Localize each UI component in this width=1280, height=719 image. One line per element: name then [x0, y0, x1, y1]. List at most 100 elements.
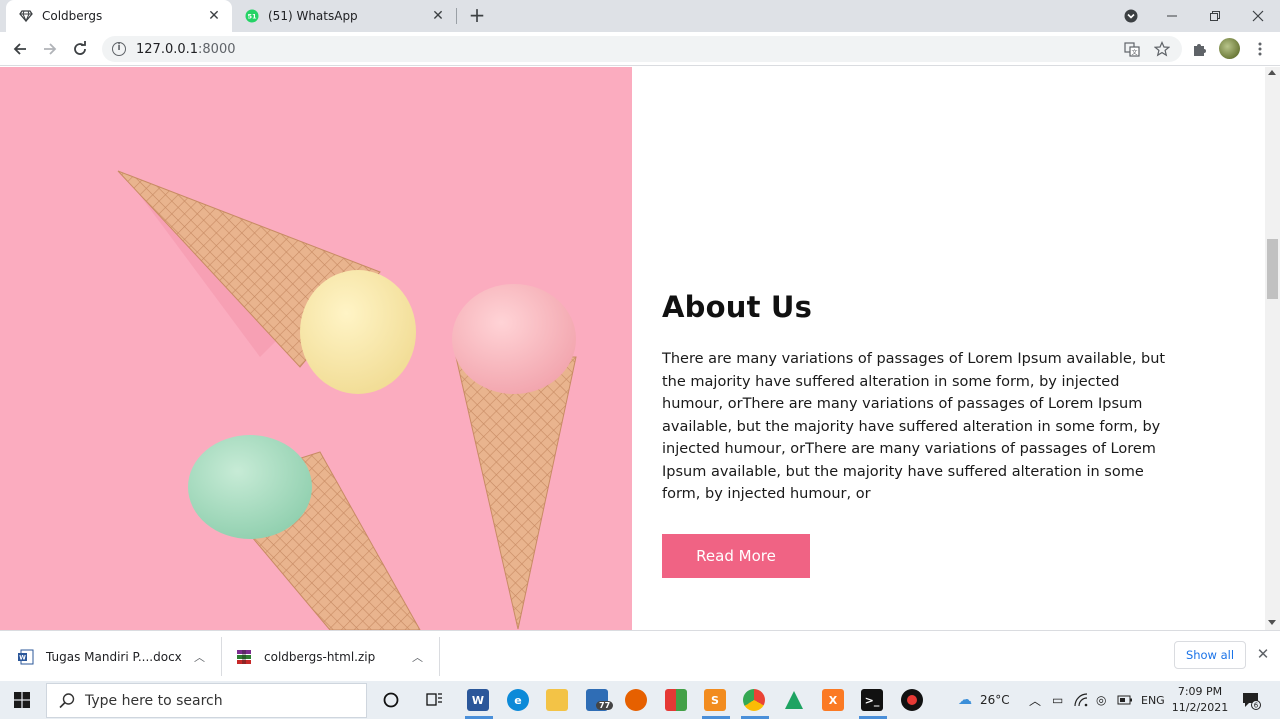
- forward-button[interactable]: [38, 37, 62, 61]
- reload-icon: [74, 41, 86, 55]
- svg-text:51: 51: [247, 13, 257, 21]
- xampp-icon[interactable]: X: [822, 689, 844, 711]
- chevron-up-icon[interactable]: ︿: [194, 649, 205, 665]
- new-tab-button[interactable]: +: [466, 5, 488, 27]
- back-arrow-icon: [13, 43, 26, 55]
- close-icon: [1252, 10, 1264, 22]
- meet-now-icon[interactable]: ▭: [1052, 681, 1063, 719]
- wifi-icon[interactable]: [1074, 681, 1088, 719]
- divider: [221, 637, 222, 676]
- minimize-button[interactable]: [1160, 4, 1184, 28]
- scrollbar-thumb[interactable]: [1267, 239, 1278, 299]
- weather-temp: 26°C: [980, 693, 1010, 707]
- search-placeholder: Type here to search: [85, 692, 223, 709]
- download-item-docx[interactable]: W Tugas Mandiri P....docx ︿: [18, 631, 218, 682]
- firefox-icon[interactable]: [625, 689, 647, 711]
- svg-text:文: 文: [1131, 49, 1137, 57]
- translate-icon: 文: [1124, 42, 1140, 57]
- about-text: There are many variations of passages of…: [662, 351, 1166, 502]
- search-icon: [59, 693, 75, 709]
- whatsapp-icon: 51: [244, 8, 260, 24]
- chevron-up-icon[interactable]: ︿: [412, 649, 423, 665]
- system-clock[interactable]: 7:09 PM 11/2/2021: [1170, 684, 1230, 716]
- scroll-down-arrow-icon[interactable]: [1268, 620, 1276, 625]
- download-filename: Tugas Mandiri P....docx: [46, 649, 182, 664]
- download-item-zip[interactable]: coldbergs-html.zip ︿: [236, 631, 436, 682]
- task-view-icon[interactable]: [424, 689, 446, 711]
- about-title: About Us: [662, 290, 813, 324]
- tab-title: Coldbergs: [42, 9, 103, 23]
- url-port: :8000: [198, 41, 236, 57]
- word-app-icon[interactable]: W: [467, 689, 489, 711]
- clock-time: 7:09 PM: [1177, 685, 1223, 698]
- taskbar-search-input[interactable]: Type here to search: [46, 683, 367, 718]
- ice-cream-cones-illustration: [117, 170, 577, 630]
- android-studio-icon[interactable]: [783, 689, 805, 711]
- restore-icon: [1210, 11, 1220, 21]
- tab-search-button[interactable]: [1119, 4, 1143, 28]
- minimize-icon: [1167, 15, 1177, 17]
- zip-archive-icon: [237, 649, 251, 664]
- weather-icon: ☁: [958, 692, 972, 708]
- bookmark-button[interactable]: [1150, 37, 1174, 61]
- scroll-up-arrow-icon[interactable]: [1268, 70, 1276, 75]
- read-more-button[interactable]: Read More: [662, 534, 810, 578]
- site-info-icon[interactable]: i: [112, 42, 126, 56]
- file-explorer-icon[interactable]: [546, 689, 568, 711]
- svg-text:W: W: [19, 654, 26, 661]
- tab-separator: [456, 8, 457, 24]
- reload-button[interactable]: [68, 37, 92, 61]
- translate-button[interactable]: 文: [1120, 37, 1144, 61]
- profile-avatar[interactable]: [1219, 38, 1240, 59]
- store-app-icon[interactable]: [665, 689, 687, 711]
- star-icon: [1154, 41, 1170, 57]
- browser-toolbar: i 127.0.0.1:8000 文: [0, 32, 1280, 66]
- network-sync-icon[interactable]: ◎: [1096, 681, 1106, 719]
- screen-recorder-icon[interactable]: [901, 689, 923, 711]
- download-bar: W Tugas Mandiri P....docx ︿ coldbergs-ht…: [0, 630, 1280, 681]
- chrome-icon[interactable]: [743, 689, 765, 711]
- forward-arrow-icon: [44, 43, 57, 55]
- notification-center-icon[interactable]: 6: [1241, 690, 1261, 710]
- url-host: 127.0.0.1: [136, 41, 199, 57]
- close-tab-icon[interactable]: ✕: [206, 8, 222, 24]
- clock-date: 11/2/2021: [1171, 701, 1229, 714]
- page-scrollbar[interactable]: [1265, 67, 1280, 630]
- mail-badge: 77: [596, 701, 614, 710]
- close-download-bar-icon[interactable]: ✕: [1254, 645, 1272, 663]
- menu-button[interactable]: [1248, 37, 1272, 61]
- puzzle-icon: [1194, 44, 1206, 56]
- windows-start-icon[interactable]: [14, 692, 30, 708]
- back-button[interactable]: [8, 37, 32, 61]
- tab-strip: Coldbergs ✕ 51 (51) WhatsApp ✕ +: [0, 0, 1280, 32]
- download-filename: coldbergs-html.zip: [264, 649, 376, 664]
- battery-icon[interactable]: [1117, 681, 1133, 719]
- mail-app-icon[interactable]: 77: [586, 689, 614, 711]
- tab-coldbergs[interactable]: Coldbergs ✕: [6, 0, 232, 32]
- close-window-button[interactable]: [1246, 4, 1270, 28]
- tab-title: (51) WhatsApp: [268, 9, 358, 23]
- kebab-menu-icon: [1258, 42, 1262, 56]
- cortana-icon[interactable]: [380, 689, 402, 711]
- tab-whatsapp[interactable]: 51 (51) WhatsApp ✕: [234, 0, 456, 32]
- close-tab-icon[interactable]: ✕: [430, 8, 446, 24]
- divider: [439, 637, 440, 676]
- sublime-text-icon[interactable]: S: [704, 689, 726, 711]
- ice-cream-image: [0, 67, 632, 630]
- page-viewport: About Us There are many variations of pa…: [0, 67, 1265, 630]
- show-all-button[interactable]: Show all: [1174, 641, 1246, 669]
- language-indicator[interactable]: ENG: [1141, 681, 1165, 719]
- weather-widget[interactable]: ☁ 26°C: [958, 681, 1010, 719]
- address-bar[interactable]: i 127.0.0.1:8000: [102, 36, 1182, 62]
- terminal-icon[interactable]: >_: [861, 689, 883, 711]
- restore-button[interactable]: [1203, 4, 1227, 28]
- word-doc-icon: W: [18, 649, 34, 664]
- edge-browser-icon[interactable]: e: [507, 689, 529, 711]
- screen: Coldbergs ✕ 51 (51) WhatsApp ✕ + i 127.0…: [0, 0, 1280, 719]
- svg-text:6: 6: [1254, 702, 1259, 710]
- diamond-icon: [18, 8, 34, 24]
- extensions-button[interactable]: [1187, 37, 1211, 61]
- chevron-down-icon: [1124, 9, 1138, 23]
- show-hidden-icons-icon[interactable]: ︿: [1029, 681, 1041, 719]
- windows-taskbar: Type here to search W e 77 S X >_ ☁ 26°C…: [0, 681, 1280, 719]
